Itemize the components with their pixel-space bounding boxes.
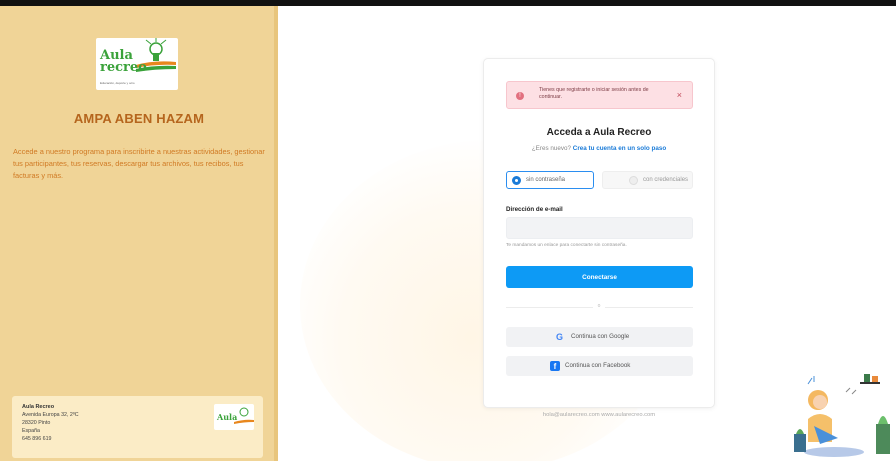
org-title: AMPA ABEN HAZAM [73,111,205,126]
login-title: Acceda a Aula Recreo [546,127,652,138]
login-card: ! Tienes que registrarte o iniciar sesió… [483,58,715,408]
email-hint: Te mandamos un enlace para conectarte si… [506,243,627,248]
login-required-alert: ! Tienes que registrarte o iniciar sesió… [506,81,693,109]
footer-logo-text: Aula [217,412,238,422]
sidebar: Aula recreo Educación, deporte y ocio AM… [0,6,278,461]
close-icon[interactable]: × [677,90,682,100]
google-icon: G [556,332,564,342]
toggle-credentials[interactable]: con credenciales [602,171,693,189]
facebook-login-button[interactable]: f Continua con Facebook [506,356,693,376]
contact-city: 28320 Pinto [22,420,51,426]
contact-country: España [22,428,40,434]
brand-logo: Aula recreo Educación, deporte y ocio [96,38,178,90]
facebook-icon: f [550,361,560,371]
contact-address: Avenida Europa 32, 2ºC [22,412,79,418]
radio-selected-icon [512,176,521,185]
org-description: Accede a nuestro programa para inscribir… [13,147,265,180]
create-account-link[interactable]: Crea tu cuenta en un solo paso [573,145,666,152]
alert-text: Tienes que registrarte o iniciar sesión … [539,87,649,100]
illustration-woman-laptop-icon [794,374,890,457]
contact-name: Aula Recreo [22,404,55,410]
toggle-passwordless-label: sin contraseña [526,177,566,183]
divider-text: o [593,303,605,309]
google-button-label: Continua con Google [571,333,630,340]
contact-phone: 645 896 619 [22,436,52,442]
toggle-credentials-label: con credenciales [643,177,689,183]
login-subtitle: ¿Eres nuevo? Crea tu cuenta en un solo p… [484,145,714,152]
radio-unselected-icon [629,176,638,185]
alert-icon: ! [516,92,524,100]
google-login-button[interactable]: G Continua con Google [506,327,693,347]
contact-card: Aula Recreo Avenida Europa 32, 2ºC 28320… [12,396,263,458]
facebook-button-label: Continua con Facebook [565,362,631,369]
email-label: Dirección de e-mail [506,206,563,213]
footer-logo: Aula [214,404,254,430]
contact-links: hola@aularecreo.com www.aularecreo.com [542,412,656,418]
logo-text: Aula recreo [100,48,147,75]
logo-tagline: Educación, deporte y ocio [100,81,135,85]
email-field[interactable] [506,217,693,239]
subtitle-prefix: ¿Eres nuevo? [531,145,572,152]
toggle-passwordless[interactable]: sin contraseña [506,171,594,189]
connect-button[interactable]: Conectarse [506,266,693,288]
